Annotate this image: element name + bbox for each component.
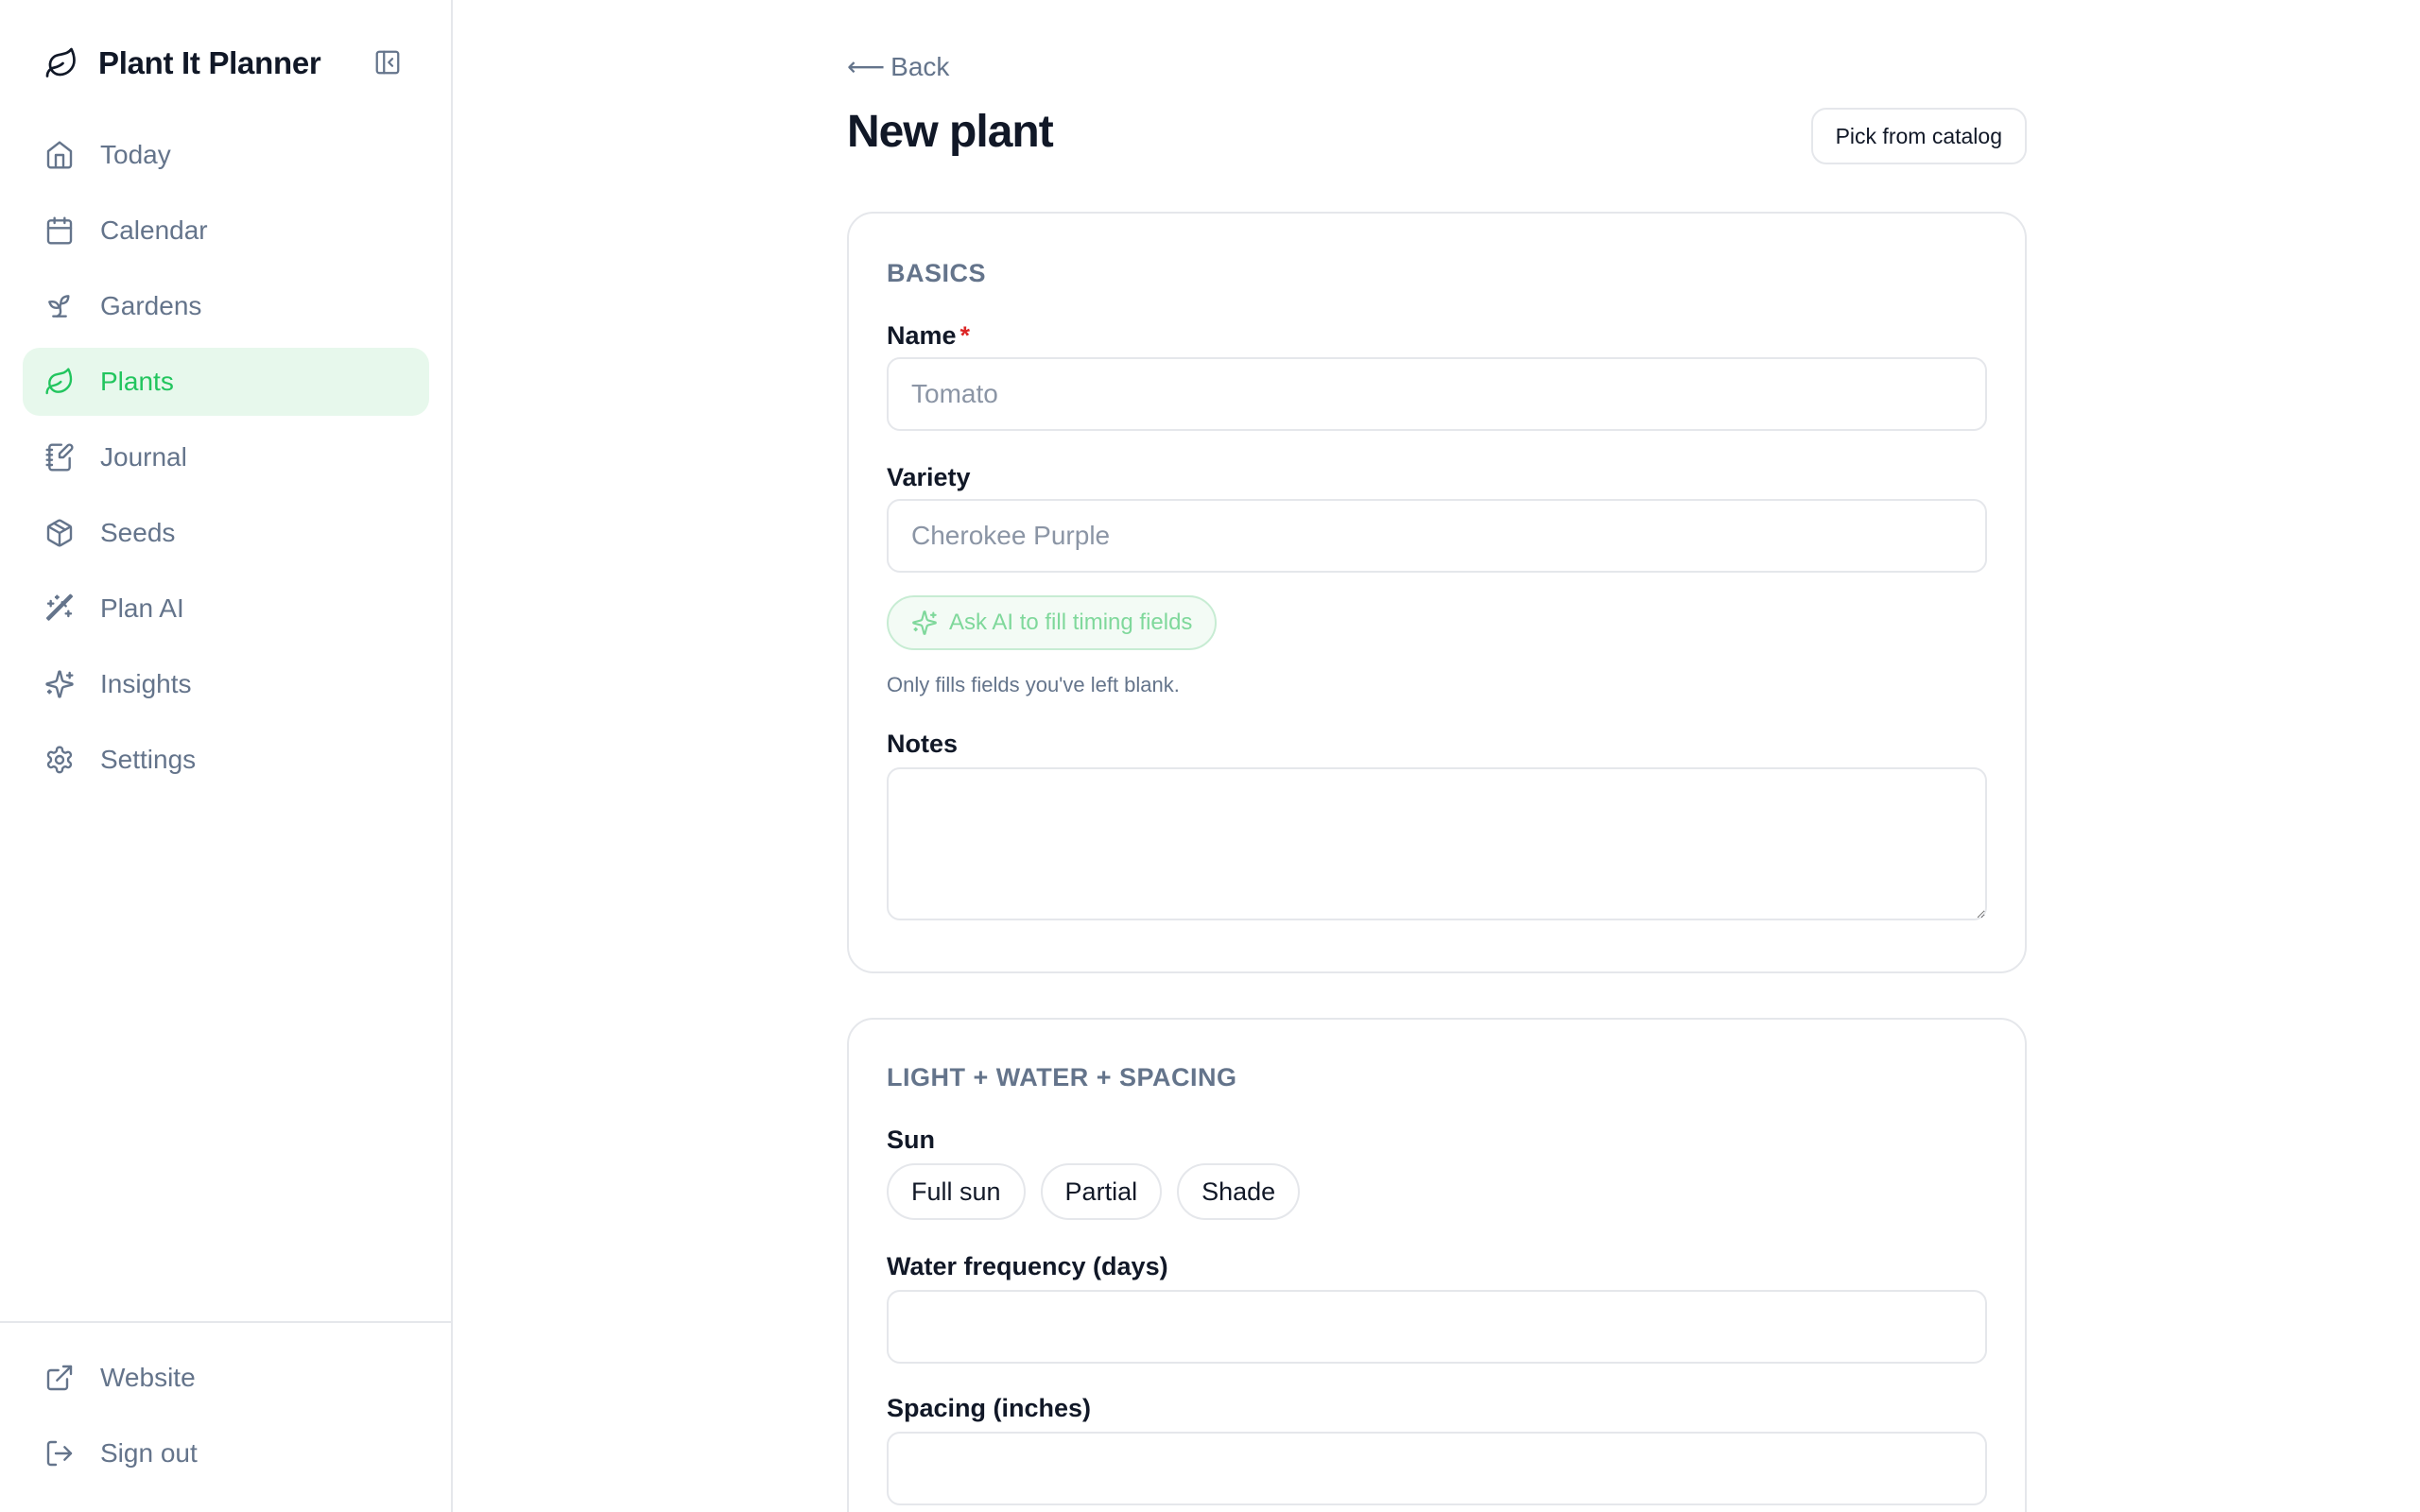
- sidebar-item-label: Plan AI: [100, 593, 184, 623]
- brand[interactable]: Plant It Planner: [43, 42, 321, 85]
- package-icon: [43, 517, 76, 549]
- sidebar-item-sign-out[interactable]: Sign out: [23, 1419, 429, 1487]
- leaf-icon: [43, 366, 76, 398]
- back-link[interactable]: ⟵ Back: [847, 51, 949, 82]
- water-frequency-input[interactable]: [887, 1290, 1987, 1364]
- home-icon: [43, 139, 76, 171]
- spacing-input[interactable]: [887, 1432, 1987, 1505]
- sprout-icon: [43, 290, 76, 322]
- arrow-left-icon: ⟵: [847, 52, 886, 81]
- calendar-icon: [43, 215, 76, 247]
- ask-ai-label: Ask AI to fill timing fields: [949, 610, 1193, 635]
- sidebar-footer: Website Sign out: [0, 1321, 453, 1495]
- sidebar-item-plants[interactable]: Plants: [23, 348, 429, 416]
- sidebar-item-label: Journal: [100, 442, 187, 472]
- main-content: ⟵ Back New plant Pick from catalog BASIC…: [847, 0, 2027, 1512]
- sidebar-item-seeds[interactable]: Seeds: [23, 499, 429, 567]
- notes-textarea[interactable]: [887, 767, 1987, 920]
- sidebar-nav: Today Calendar Gardens Plants Journal Se…: [23, 121, 429, 801]
- sidebar-item-insights[interactable]: Insights: [23, 650, 429, 718]
- notebook-pen-icon: [43, 441, 76, 473]
- back-label: Back: [890, 51, 950, 81]
- sun-option-shade[interactable]: Shade: [1177, 1163, 1301, 1220]
- sidebar-item-label: Today: [100, 140, 171, 169]
- sidebar-item-label: Gardens: [100, 291, 202, 320]
- sidebar-item-website[interactable]: Website: [23, 1344, 429, 1412]
- basics-card: BASICS Name* Variety Ask AI to fill timi…: [847, 212, 2027, 973]
- sidebar-item-journal[interactable]: Journal: [23, 423, 429, 491]
- sidebar-item-label: Seeds: [100, 518, 176, 547]
- sidebar-item-gardens[interactable]: Gardens: [23, 272, 429, 340]
- water-frequency-label: Water frequency (days): [887, 1252, 1168, 1280]
- gear-icon: [43, 744, 76, 776]
- app-title: Plant It Planner: [98, 45, 321, 80]
- variety-label: Variety: [887, 463, 971, 491]
- notes-label: Notes: [887, 730, 959, 758]
- sun-label: Sun: [887, 1125, 935, 1154]
- name-input[interactable]: [887, 357, 1987, 431]
- sun-options: Full sun Partial Shade: [887, 1163, 1315, 1220]
- sparkles-icon: [43, 668, 76, 700]
- sidebar-item-today[interactable]: Today: [23, 121, 429, 189]
- sidebar-item-label: Plants: [100, 367, 174, 396]
- sidebar-item-label: Settings: [100, 745, 197, 774]
- sidebar-item-plan-ai[interactable]: Plan AI: [23, 575, 429, 643]
- external-link-icon: [43, 1362, 76, 1394]
- sidebar-item-label: Website: [100, 1363, 196, 1392]
- sidebar-item-label: Calendar: [100, 215, 208, 245]
- section-title: LIGHT + WATER + SPACING: [887, 1063, 1237, 1091]
- sun-option-partial[interactable]: Partial: [1040, 1163, 1163, 1220]
- variety-input[interactable]: [887, 499, 1987, 573]
- wand-icon: [43, 593, 76, 625]
- spacing-label: Spacing (inches): [887, 1394, 1092, 1422]
- leaf-icon: [43, 45, 79, 81]
- name-label-text: Name: [887, 321, 957, 350]
- pick-from-catalog-button[interactable]: Pick from catalog: [1810, 108, 2027, 164]
- log-out-icon: [43, 1437, 76, 1469]
- sidebar-item-label: Sign out: [100, 1438, 198, 1468]
- sidebar-item-calendar[interactable]: Calendar: [23, 197, 429, 265]
- panel-left-close-icon: [373, 48, 402, 81]
- ask-ai-fill-button[interactable]: Ask AI to fill timing fields: [887, 595, 1218, 650]
- section-title: BASICS: [887, 259, 987, 287]
- ai-hint-text: Only fills fields you've left blank.: [887, 673, 1180, 696]
- collapse-sidebar-button[interactable]: [369, 47, 406, 81]
- light-water-spacing-card: LIGHT + WATER + SPACING Sun Full sun Par…: [847, 1018, 2027, 1512]
- sidebar-item-settings[interactable]: Settings: [23, 726, 429, 794]
- name-label: Name *: [887, 321, 970, 351]
- sidebar-item-label: Insights: [100, 669, 192, 698]
- sparkles-icon: [911, 610, 938, 636]
- sidebar: Plant It Planner Today Calendar Gardens …: [0, 0, 453, 1512]
- required-marker: *: [959, 321, 971, 350]
- sun-option-full-sun[interactable]: Full sun: [887, 1163, 1026, 1220]
- page-title: New plant: [847, 107, 1054, 157]
